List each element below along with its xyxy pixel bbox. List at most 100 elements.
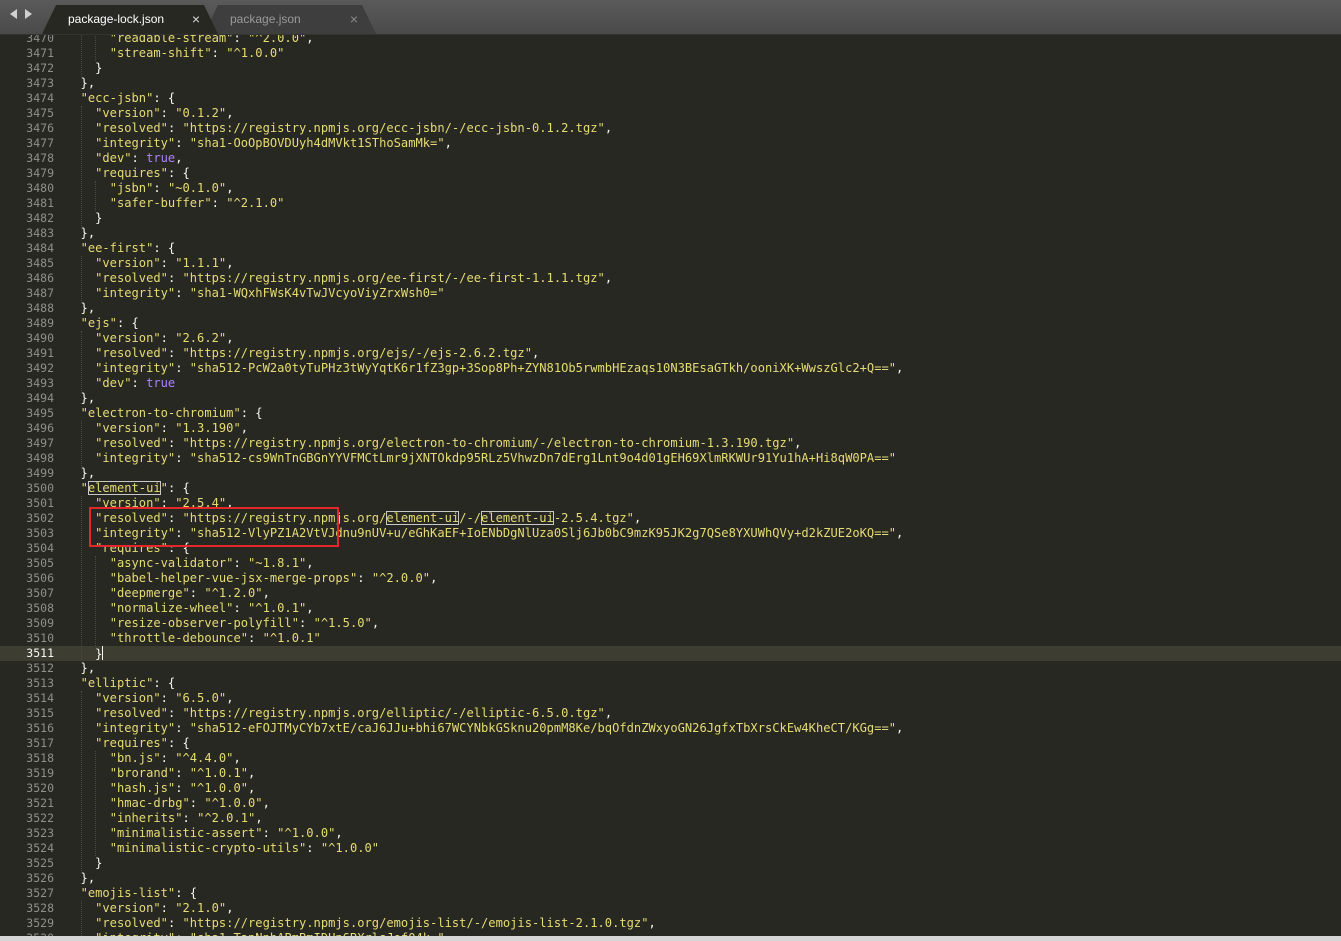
- code-line[interactable]: "resolved": "https://registry.npmjs.org/…: [66, 346, 539, 361]
- code-token: ,: [175, 151, 183, 165]
- code-line[interactable]: "ecc-jsbn": {: [66, 91, 176, 106]
- code-token: "^4.4.0": [175, 751, 234, 765]
- code-line[interactable]: "emojis-list": {: [66, 886, 198, 901]
- code-line[interactable]: "ejs": {: [66, 316, 139, 331]
- code-line[interactable]: "resolved": "https://registry.npmjs.org/…: [66, 121, 612, 136]
- code-line[interactable]: },: [66, 391, 96, 406]
- code-line[interactable]: "resolved": "https://registry.npmjs.org/…: [66, 271, 612, 286]
- code-line[interactable]: "dev": true,: [66, 151, 183, 166]
- code-token: :: [233, 601, 249, 615]
- code-token: "integrity": [95, 136, 176, 150]
- code-line[interactable]: "version": "1.1.1",: [66, 256, 233, 271]
- line-number: 3507: [26, 586, 54, 600]
- code-line[interactable]: "minimalistic-assert": "^1.0.0",: [66, 826, 343, 841]
- code-token: "version": [95, 421, 161, 435]
- indent-guide: [80, 901, 82, 936]
- code-line[interactable]: },: [66, 466, 96, 481]
- code-line[interactable]: "minimalistic-crypto-utils": "^1.0.0": [66, 841, 379, 856]
- code-line[interactable]: "stream-shift": "^1.0.0": [66, 46, 285, 61]
- code-line[interactable]: "resize-observer-polyfill": "^1.5.0",: [66, 616, 379, 631]
- code-token: ,: [233, 751, 241, 765]
- code-line[interactable]: "integrity": "sha512-eFOJTMyCYb7xtE/caJ6…: [66, 721, 903, 736]
- code-token: :: [153, 181, 168, 195]
- code-line[interactable]: "throttle-debounce": "^1.0.1": [66, 631, 321, 646]
- code-line[interactable]: "element-ui": {: [66, 481, 190, 496]
- code-line[interactable]: "version": "2.1.0",: [66, 901, 233, 916]
- code-line[interactable]: "requires": {: [66, 166, 190, 181]
- code-token: "version": [95, 691, 161, 705]
- code-line[interactable]: "async-validator": "~1.8.1",: [66, 556, 314, 571]
- tab-label: package.json: [230, 12, 301, 26]
- code-line[interactable]: },: [66, 661, 96, 676]
- code-line[interactable]: "version": "6.5.0",: [66, 691, 233, 706]
- code-line[interactable]: },: [66, 76, 96, 91]
- close-icon[interactable]: ×: [192, 5, 200, 34]
- code-line[interactable]: "readable-stream": "^2.0.0",: [66, 35, 314, 46]
- code-line[interactable]: "jsbn": "~0.1.0",: [66, 181, 234, 196]
- code-line[interactable]: "requires": {: [66, 736, 190, 751]
- code-token: "requires": [95, 166, 168, 180]
- code-line[interactable]: "safer-buffer": "^2.1.0": [66, 196, 285, 211]
- code-line[interactable]: "integrity": "sha512-PcW2a0tyTuPHz3tWyYq…: [66, 361, 903, 376]
- tab-package-lock-json[interactable]: package-lock.json ×: [42, 5, 218, 34]
- search-match: element-ui: [386, 511, 460, 525]
- code-line[interactable]: "version": "0.1.2",: [66, 106, 233, 121]
- code-line[interactable]: "electron-to-chromium": {: [66, 406, 263, 421]
- code-line[interactable]: },: [66, 226, 96, 241]
- code-token: },: [66, 391, 96, 405]
- code-line[interactable]: }: [66, 856, 102, 871]
- tab-package-json[interactable]: package.json ×: [204, 5, 376, 34]
- code-line[interactable]: }: [66, 211, 102, 226]
- code-line[interactable]: "hmac-drbg": "^1.0.0",: [66, 796, 270, 811]
- code-line[interactable]: }: [66, 61, 102, 76]
- line-number: 3508: [26, 601, 54, 615]
- code-token: :: [306, 841, 321, 855]
- code-line[interactable]: }: [60, 646, 1341, 661]
- code-token: "^1.0.0": [226, 46, 285, 60]
- code-line[interactable]: "version": "2.6.2",: [66, 331, 233, 346]
- nav-back-arrow-icon[interactable]: [10, 9, 17, 19]
- code-line[interactable]: "dev": true: [66, 376, 175, 391]
- code-line[interactable]: "resolved": "https://registry.npmjs.org/…: [66, 916, 656, 931]
- code-token: },: [66, 301, 96, 315]
- code-line[interactable]: "version": "1.3.190",: [66, 421, 248, 436]
- code-line[interactable]: "deepmerge": "^1.2.0",: [66, 586, 270, 601]
- code-token: "https://registry.npmjs.org/ee-first/-/e…: [182, 271, 605, 285]
- code-token: "version": [95, 331, 161, 345]
- code-editor[interactable]: 3470 3471 3472 3473 3474 3475 3476 3477 3478 3479…: [0, 35, 1341, 936]
- code-line[interactable]: "integrity": "sha1-OoOpBOVDUyh4dMVkt1STh…: [66, 136, 452, 151]
- code-token: :: [262, 826, 278, 840]
- code-token: "integrity": [95, 361, 176, 375]
- code-token: ,: [255, 811, 263, 825]
- code-line[interactable]: },: [66, 301, 96, 316]
- code-token: : {: [240, 406, 263, 420]
- close-icon[interactable]: ×: [350, 5, 358, 34]
- code-line[interactable]: "integrity": "sha1-WQxhFWsK4vTwJVcyoViyZ…: [66, 286, 445, 301]
- code-line[interactable]: "bn.js": "^4.4.0",: [66, 751, 241, 766]
- code-line[interactable]: "normalize-wheel": "^1.0.1",: [66, 601, 314, 616]
- code-token: ,: [896, 361, 904, 375]
- code-line[interactable]: "resolved": "https://registry.npmjs.org/…: [66, 706, 612, 721]
- line-number: 3487: [26, 286, 54, 300]
- line-number: 3471: [26, 46, 54, 60]
- code-token: }: [66, 211, 103, 225]
- code-token: : {: [167, 166, 190, 180]
- line-number: 3472: [26, 61, 54, 75]
- nav-forward-arrow-icon[interactable]: [25, 9, 32, 19]
- code-line[interactable]: "integrity": "sha512-cs9WnTnGBGnYYVFMCtL…: [66, 451, 896, 466]
- code-token: ,: [226, 181, 234, 195]
- code-line[interactable]: "ee-first": {: [66, 241, 176, 256]
- code-line[interactable]: "resolved": "https://registry.npmjs.org/…: [66, 436, 801, 451]
- code-token: "hash.js": [109, 781, 176, 795]
- line-number: 3494: [26, 391, 54, 405]
- code-line[interactable]: "babel-helper-vue-jsx-merge-props": "^2.…: [66, 571, 438, 586]
- line-number: 3484: [26, 241, 54, 255]
- line-number: 3513: [26, 676, 54, 690]
- indent-guide: [80, 691, 82, 871]
- code-token: },: [66, 76, 96, 90]
- code-line[interactable]: "elliptic": {: [66, 676, 176, 691]
- code-line[interactable]: },: [66, 871, 96, 886]
